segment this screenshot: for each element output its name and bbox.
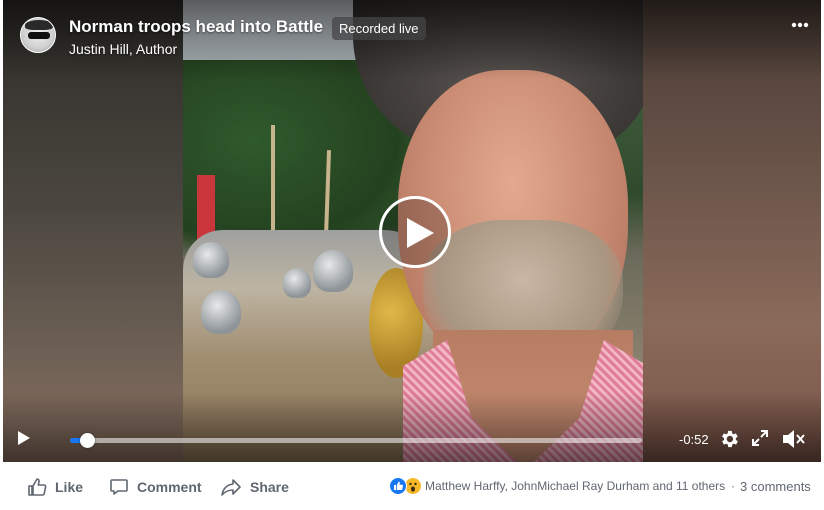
video-title[interactable]: Norman troops head into Battle [69,17,323,37]
video-controls: -0:52 [3,420,821,460]
thumbs-up-icon [28,478,47,496]
fullscreen-button[interactable] [751,429,771,449]
video-helmet [313,250,353,292]
comments-count[interactable]: 3 comments [740,479,811,494]
reactions-summary[interactable]: Matthew Harffy, JohnMichael Ray Durham a… [389,477,725,495]
progress-bar[interactable] [70,433,642,448]
video-helmet [201,290,241,334]
share-icon [221,479,241,496]
gear-icon [722,430,738,448]
share-label: Share [250,479,289,495]
avatar-sunglasses [28,32,50,39]
share-button[interactable]: Share [220,475,289,499]
time-remaining: -0:52 [679,432,709,447]
play-icon [18,431,30,445]
like-button[interactable]: Like [27,475,83,499]
comment-icon [110,479,128,495]
mute-button[interactable] [781,428,807,450]
author-name[interactable]: Justin Hill, Author [69,41,177,57]
recorded-live-badge: Recorded live [332,17,426,40]
play-icon [407,218,434,248]
reactors-text[interactable]: Matthew Harffy, JohnMichael Ray Durham a… [425,479,725,493]
separator-dot: · [731,479,735,493]
video-helmet [283,268,311,298]
more-options-button[interactable] [789,12,811,32]
progress-knob[interactable] [80,433,96,448]
comment-label: Comment [137,479,202,495]
play-button[interactable] [17,430,35,450]
author-avatar[interactable] [20,17,56,53]
video-helmet [193,242,229,278]
video-player[interactable]: Norman troops head into Battle Recorded … [3,0,821,462]
action-bar: Like Comment Share Matthew Harffy, JohnM… [0,462,824,510]
top-gradient [3,0,821,80]
expand-icon [752,430,768,446]
avatar-hair [25,20,53,30]
more-dots-icon [791,22,809,28]
comment-button[interactable]: Comment [109,475,202,499]
settings-button[interactable] [718,428,740,450]
like-label: Like [55,479,84,495]
volume-muted-icon [783,430,805,448]
like-icon [389,477,407,495]
center-play-button[interactable] [379,196,451,268]
video-post: Norman troops head into Battle Recorded … [0,0,824,510]
